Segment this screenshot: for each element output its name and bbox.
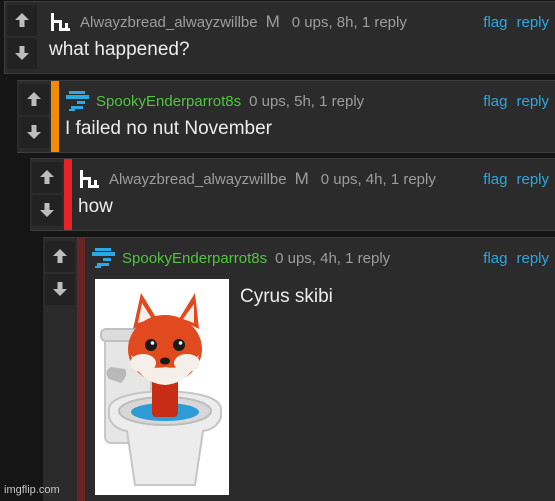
- comment-1: Alwayzbread_alwayzwillbe M 0 ups, 8h, 1 …: [4, 1, 555, 74]
- comment-image[interactable]: [95, 279, 229, 495]
- username[interactable]: SpookyEnderparrot8s: [96, 93, 241, 110]
- reply-link[interactable]: reply: [516, 93, 549, 110]
- pixel-logo-icon[interactable]: [78, 168, 103, 190]
- fox-toilet-illustration: [95, 279, 229, 495]
- comment-meta: SpookyEnderparrot8s 0 ups, 4h, 1 reply: [91, 247, 390, 269]
- downvote-button[interactable]: [32, 195, 62, 226]
- comment-stats: 0 ups, 4h, 1 reply: [275, 249, 391, 267]
- arrow-up-icon: [15, 13, 29, 27]
- flag-link[interactable]: flag: [483, 171, 507, 188]
- arrow-down-icon: [27, 125, 41, 139]
- blue-pixel-avatar-icon[interactable]: [91, 247, 116, 269]
- thread-depth-bar: [77, 238, 85, 501]
- comment-text: how: [78, 196, 113, 217]
- mod-badge: M: [294, 169, 309, 188]
- vote-controls: [17, 81, 50, 151]
- comment-2: SpookyEnderparrot8s 0 ups, 5h, 1 reply f…: [17, 80, 555, 153]
- thread-depth-bar: [64, 159, 72, 230]
- arrow-up-icon: [27, 92, 41, 106]
- pixel-logo-icon[interactable]: [49, 11, 74, 33]
- comment-body: SpookyEnderparrot8s 0 ups, 5h, 1 reply f…: [59, 81, 555, 152]
- comment-4: SpookyEnderparrot8s 0 ups, 4h, 1 reply f…: [43, 237, 555, 501]
- reply-link[interactable]: reply: [516, 171, 549, 188]
- downvote-button[interactable]: [19, 117, 49, 148]
- comment-body: Alwayzbread_alwayzwillbe M 0 ups, 8h, 1 …: [43, 2, 555, 73]
- comment-3: Alwayzbread_alwayzwillbe M 0 ups, 4h, 1 …: [30, 158, 555, 231]
- mod-badge: M: [265, 12, 280, 31]
- comment-body: SpookyEnderparrot8s 0 ups, 4h, 1 reply f…: [85, 238, 555, 501]
- arrow-up-icon: [53, 249, 67, 263]
- comment-body: Alwayzbread_alwayzwillbe M 0 ups, 4h, 1 …: [72, 159, 555, 230]
- comment-text: Cyrus skibi: [240, 286, 333, 307]
- comment-actions: flag reply: [474, 247, 549, 269]
- comment-meta: Alwayzbread_alwayzwillbe M 0 ups, 4h, 1 …: [78, 168, 436, 190]
- arrow-down-icon: [15, 46, 29, 60]
- downvote-button[interactable]: [45, 274, 75, 305]
- username[interactable]: Alwayzbread_alwayzwillbe: [80, 14, 258, 31]
- upvote-button[interactable]: [19, 84, 49, 115]
- thread-depth-bar: [51, 81, 59, 152]
- blue-pixel-avatar-icon[interactable]: [65, 90, 90, 112]
- comment-text: I failed no nut November: [65, 118, 273, 139]
- username[interactable]: SpookyEnderparrot8s: [122, 250, 267, 267]
- arrow-up-icon: [40, 170, 54, 184]
- downvote-button[interactable]: [7, 38, 37, 69]
- comment-stats: 0 ups, 4h, 1 reply: [320, 170, 436, 188]
- arrow-down-icon: [40, 203, 54, 217]
- flag-link[interactable]: flag: [483, 14, 507, 31]
- comment-stats: 0 ups, 8h, 1 reply: [291, 13, 407, 31]
- comment-meta: Alwayzbread_alwayzwillbe M 0 ups, 8h, 1 …: [49, 11, 407, 33]
- reply-link[interactable]: reply: [516, 14, 549, 31]
- vote-controls: [43, 238, 76, 308]
- comment-text: what happened?: [49, 39, 190, 60]
- upvote-button[interactable]: [32, 162, 62, 193]
- username[interactable]: Alwayzbread_alwayzwillbe: [109, 171, 287, 188]
- comment-actions: flag reply: [474, 11, 549, 33]
- flag-link[interactable]: flag: [483, 250, 507, 267]
- vote-controls: [30, 159, 63, 229]
- imgflip-watermark: imgflip.com: [4, 484, 60, 496]
- comment-actions: flag reply: [474, 168, 549, 190]
- comment-meta: SpookyEnderparrot8s 0 ups, 5h, 1 reply: [65, 90, 364, 112]
- comment-stats: 0 ups, 5h, 1 reply: [249, 92, 365, 110]
- vote-controls: [5, 2, 38, 72]
- comment-actions: flag reply: [474, 90, 549, 112]
- upvote-button[interactable]: [7, 5, 37, 36]
- arrow-down-icon: [53, 282, 67, 296]
- flag-link[interactable]: flag: [483, 93, 507, 110]
- upvote-button[interactable]: [45, 241, 75, 272]
- reply-link[interactable]: reply: [516, 250, 549, 267]
